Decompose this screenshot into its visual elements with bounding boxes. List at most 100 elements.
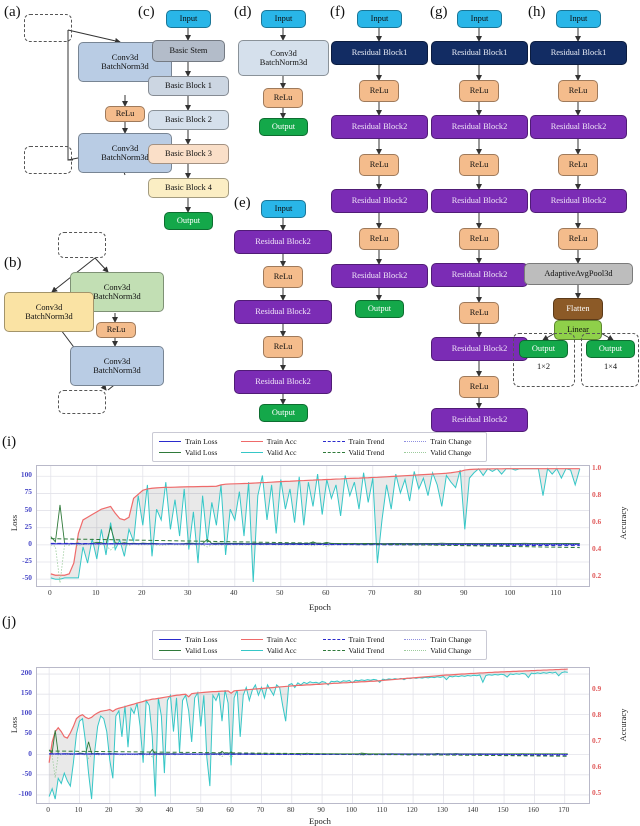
residual-block2-label: Residual Block2 <box>452 122 508 131</box>
y-tick-label: 50 <box>4 728 32 737</box>
y-tick-label: 0 <box>4 539 32 548</box>
legend-label: Train Loss <box>185 635 217 644</box>
legend-swatch <box>323 639 345 640</box>
plot-area-i <box>36 465 590 587</box>
x-tick-label: 50 <box>266 588 294 597</box>
relu-label: ReLu <box>370 160 389 169</box>
output-label: Output <box>599 344 622 353</box>
legend-item[interactable]: Valid Change <box>404 448 480 459</box>
x-tick-label: 20 <box>95 805 123 814</box>
relu-label: ReLu <box>470 382 489 391</box>
x-tick-label: 70 <box>358 588 386 597</box>
panel-e-residual-block2-1: Residual Block2 <box>234 230 332 254</box>
legend-item[interactable]: Valid Acc <box>241 646 317 657</box>
legend-swatch <box>159 639 181 640</box>
legend-label: Train Change <box>430 635 471 644</box>
conv3d-label: Conv3d <box>104 357 131 366</box>
legend-item[interactable]: Valid Trend <box>323 646 399 657</box>
y-tick-label: -50 <box>4 769 32 778</box>
panel-g-residual-block2-1: Residual Block2 <box>431 115 528 139</box>
panel-h-relu-2: ReLu <box>558 154 598 176</box>
batchnorm3d-label: BatchNorm3d <box>25 312 72 321</box>
legend-item[interactable]: Train Acc <box>241 436 317 447</box>
legend-item[interactable]: Train Loss <box>159 634 235 645</box>
y2-tick-label: 0.5 <box>592 788 616 797</box>
batchnorm3d-label: BatchNorm3d <box>101 153 148 162</box>
legend-item[interactable]: Train Loss <box>159 436 235 447</box>
panel-b-conv-bn-shortcut: Conv3d BatchNorm3d <box>4 292 94 332</box>
legend-item[interactable]: Train Trend <box>323 436 399 447</box>
y-tick-label: 50 <box>4 505 32 514</box>
panel-label-g: (g) <box>430 4 448 21</box>
x-tick-label: 0 <box>36 588 64 597</box>
panel-h-residual-block1: Residual Block1 <box>530 41 627 65</box>
panel-e-input: Input <box>261 200 306 218</box>
panel-e-residual-block2-3: Residual Block2 <box>234 370 332 394</box>
conv3d-label: Conv3d <box>270 49 297 58</box>
legend-swatch <box>323 650 345 651</box>
panel-f-residual-block2-3: Residual Block2 <box>331 264 428 288</box>
x-tick-label: 90 <box>307 805 335 814</box>
residual-block2-label: Residual Block2 <box>352 122 408 131</box>
panel-f-residual-block2-2: Residual Block2 <box>331 189 428 213</box>
output-label: Output <box>368 304 391 313</box>
legend-swatch <box>159 452 181 453</box>
panel-a-output-placeholder <box>24 146 72 174</box>
legend-item[interactable]: Valid Acc <box>241 448 317 459</box>
panel-f-output: Output <box>355 300 404 318</box>
batchnorm3d-label: BatchNorm3d <box>93 366 140 375</box>
batchnorm3d-label: BatchNorm3d <box>93 292 140 301</box>
flatten-label: Flatten <box>566 304 589 313</box>
input-label: Input <box>180 14 198 23</box>
output-label: Output <box>272 408 295 417</box>
relu-label: ReLu <box>274 342 293 351</box>
output-label: Output <box>532 344 555 353</box>
panel-h-output-2-shape: 1×4 <box>586 362 635 371</box>
panel-label-i: (i) <box>2 434 16 451</box>
input-label: Input <box>275 14 293 23</box>
legend-item[interactable]: Train Acc <box>241 634 317 645</box>
conv3d-label: Conv3d <box>104 283 131 292</box>
y2-tick-label: 0.8 <box>592 710 616 719</box>
panel-g-relu-2: ReLu <box>459 154 499 176</box>
panel-label-a: (a) <box>4 4 21 21</box>
panel-c-output: Output <box>164 212 213 230</box>
legend-swatch <box>404 650 426 651</box>
legend-item[interactable]: Train Change <box>404 436 480 447</box>
panel-h-adaptive-avgpool3d: AdaptiveAvgPool3d <box>524 263 633 285</box>
residual-block2-label: Residual Block2 <box>452 196 508 205</box>
legend-label: Train Change <box>430 437 471 446</box>
legend-label: Train Trend <box>349 437 385 446</box>
panel-g-residual-block2-5: Residual Block2 <box>431 408 528 432</box>
input-label: Input <box>471 14 489 23</box>
residual-block2-label: Residual Block2 <box>352 196 408 205</box>
relu-label: ReLu <box>569 160 588 169</box>
panel-c-input: Input <box>166 10 211 28</box>
legend-swatch <box>404 452 426 453</box>
legend-label: Valid Loss <box>185 448 217 457</box>
conv3d-label: Conv3d <box>36 303 63 312</box>
x-tick-label: 100 <box>496 588 524 597</box>
legend-item[interactable]: Train Trend <box>323 634 399 645</box>
residual-block1-label: Residual Block1 <box>551 48 607 57</box>
residual-block2-label: Residual Block2 <box>255 237 311 246</box>
legend-item[interactable]: Train Change <box>404 634 480 645</box>
legend-swatch <box>241 452 263 453</box>
relu-label: ReLu <box>116 109 135 118</box>
legend-swatch <box>404 441 426 442</box>
legend-swatch <box>241 639 263 640</box>
panel-h-residual-block2-2: Residual Block2 <box>530 189 627 213</box>
legend-label: Valid Loss <box>185 646 217 655</box>
basic-block-4-label: Basic Block 4 <box>165 183 212 192</box>
x-tick-label: 70 <box>246 805 274 814</box>
panel-b-input-placeholder <box>58 232 106 258</box>
legend-item[interactable]: Valid Loss <box>159 448 235 459</box>
legend-item[interactable]: Valid Loss <box>159 646 235 657</box>
legend-label: Train Acc <box>267 437 297 446</box>
x-tick-label: 40 <box>220 588 248 597</box>
panel-h-output-1: Output <box>519 340 568 358</box>
x-tick-label: 170 <box>550 805 578 814</box>
legend-item[interactable]: Valid Trend <box>323 448 399 459</box>
legend-item[interactable]: Valid Change <box>404 646 480 657</box>
panel-d-conv-bn: Conv3d BatchNorm3d <box>238 40 329 76</box>
